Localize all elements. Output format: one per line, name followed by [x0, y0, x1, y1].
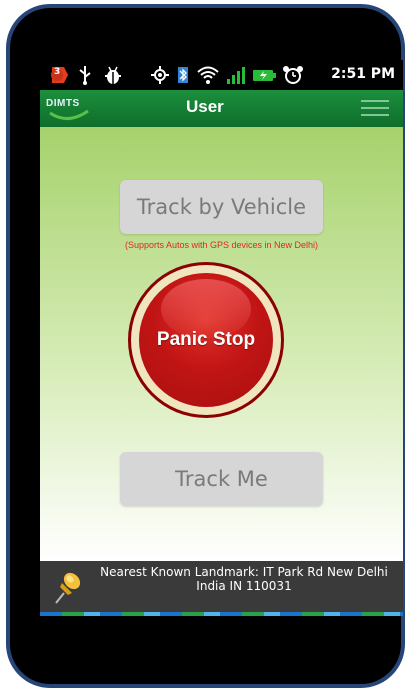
menu-icon[interactable] [361, 100, 389, 118]
decorative-stripe [40, 612, 403, 616]
landmark-bar: Nearest Known Landmark: IT Park Rd New D… [40, 561, 403, 612]
track-me-button[interactable]: Track Me [120, 452, 323, 506]
panic-stop-button[interactable]: Panic Stop [128, 262, 284, 418]
android-debug-icon [102, 64, 124, 86]
gps-icon [150, 64, 170, 86]
notification-count: 3 [54, 67, 61, 77]
dimts-logo[interactable]: DIMTS [44, 95, 94, 123]
main-content: Track by Vehicle (Supports Autos with GP… [40, 127, 403, 561]
bluetooth-icon [174, 64, 194, 86]
page-title: User [186, 97, 224, 116]
panic-inner: Panic Stop [139, 273, 273, 407]
panic-ring: Panic Stop [131, 265, 281, 415]
device-screen: 3 2:51 PM DIMTS User Track by Vehicle (S… [40, 60, 403, 616]
notification-badge-icon: 3 [48, 64, 70, 86]
usb-icon [76, 64, 94, 86]
status-time: 2:51 PM [331, 66, 395, 82]
action-bar: DIMTS User [40, 90, 403, 127]
signal-icon [226, 64, 248, 86]
panic-stop-label: Panic Stop [156, 329, 256, 350]
alarm-icon [282, 64, 304, 86]
wifi-icon [196, 64, 220, 86]
phone-frame: 3 2:51 PM DIMTS User Track by Vehicle (S… [6, 4, 405, 688]
support-note: (Supports Autos with GPS devices in New … [124, 240, 319, 250]
track-by-vehicle-button[interactable]: Track by Vehicle [120, 180, 323, 234]
status-bar: 3 2:51 PM [40, 60, 403, 90]
pushpin-icon [46, 569, 86, 609]
battery-icon [252, 64, 278, 86]
nearest-landmark-text: Nearest Known Landmark: IT Park Rd New D… [100, 565, 388, 593]
